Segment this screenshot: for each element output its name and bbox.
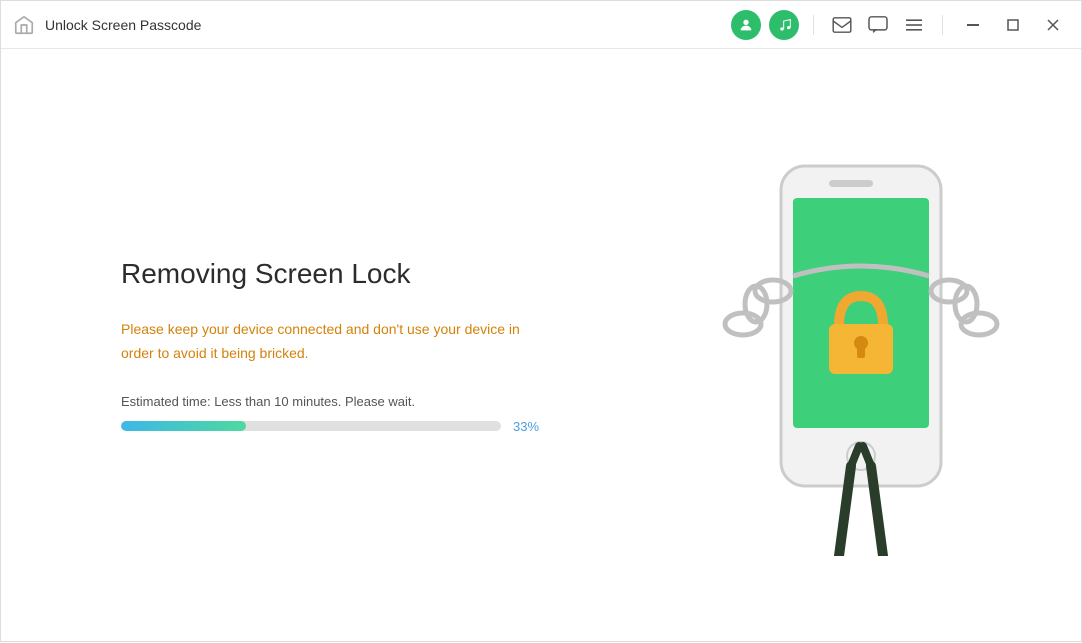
toolbar-separator — [813, 15, 814, 35]
estimated-time-label: Estimated time: Less than 10 minutes. Pl… — [121, 394, 621, 409]
music-icon[interactable] — [769, 10, 799, 40]
mail-icon[interactable] — [828, 11, 856, 39]
phone-illustration — [721, 136, 1001, 556]
progress-bar-fill — [121, 421, 246, 431]
menu-icon[interactable] — [900, 11, 928, 39]
progress-percent: 33% — [513, 419, 539, 434]
left-panel: Removing Screen Lock Please keep your de… — [121, 258, 621, 434]
home-icon[interactable] — [13, 14, 35, 36]
warning-text: Please keep your device connected and do… — [121, 318, 551, 366]
user-profile-icon[interactable] — [731, 10, 761, 40]
main-heading: Removing Screen Lock — [121, 258, 621, 290]
main-content: Removing Screen Lock Please keep your de… — [1, 49, 1081, 643]
minimize-button[interactable] — [957, 11, 989, 39]
maximize-button[interactable] — [997, 11, 1029, 39]
window-separator — [942, 15, 943, 35]
titlebar-title: Unlock Screen Passcode — [45, 17, 201, 33]
close-button[interactable] — [1037, 11, 1069, 39]
phone-svg — [721, 136, 1001, 556]
titlebar-left: Unlock Screen Passcode — [13, 14, 201, 36]
titlebar: Unlock Screen Passcode — [1, 1, 1081, 49]
titlebar-right — [731, 1, 1069, 48]
progress-container: 33% — [121, 419, 621, 434]
chat-icon[interactable] — [864, 11, 892, 39]
progress-bar-background — [121, 421, 501, 431]
titlebar-icons — [731, 10, 1069, 40]
